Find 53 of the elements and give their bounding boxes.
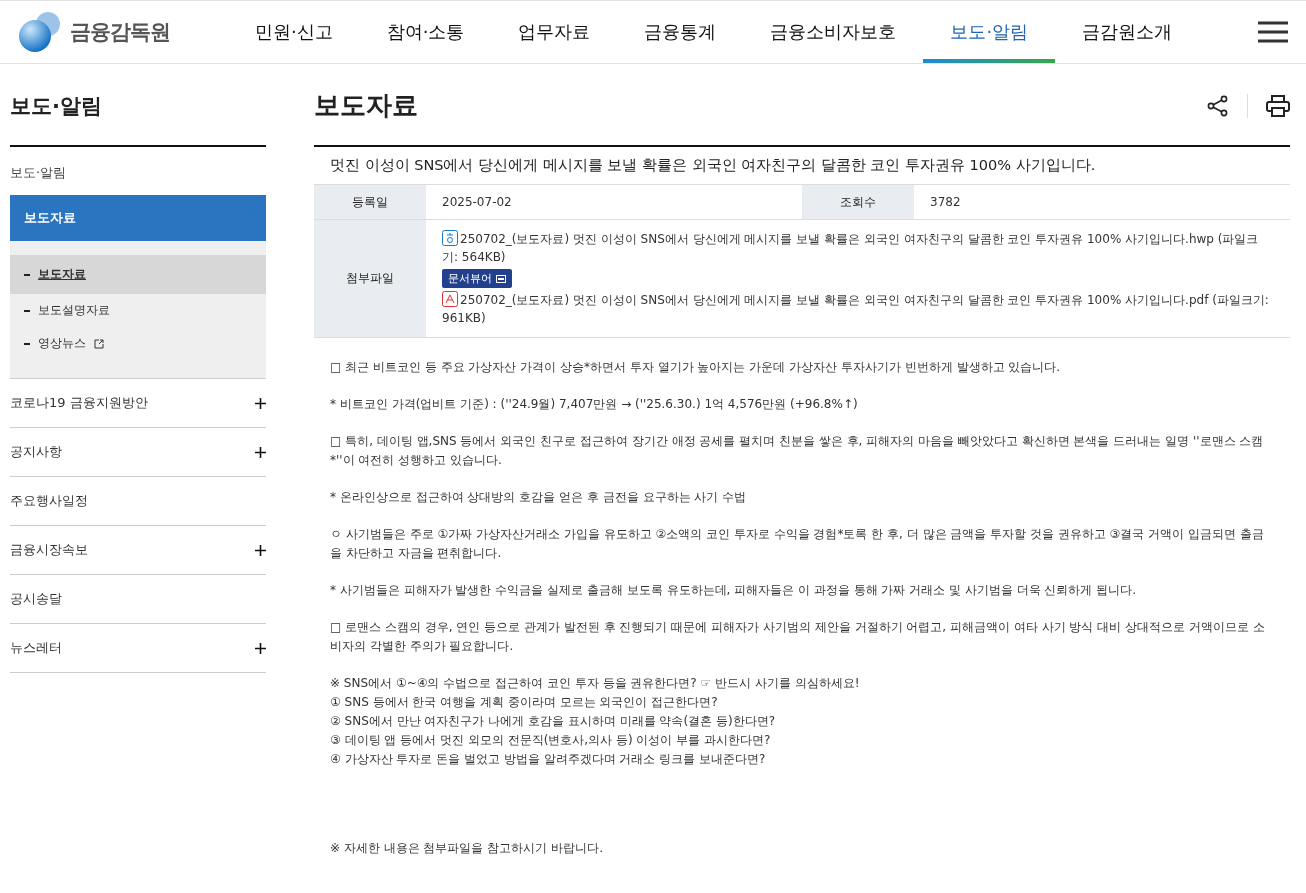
body-text: ④ 가상자산 투자로 돈을 벌었고 방법을 알려주겠다며 거래소 링크를 보내준다면? (330, 751, 767, 768)
body-text: ㅇ 사기범들은 주로 ①가짜 가상자산거래소 가입을 유도하고 ②소액의 코인 투자로 수익을 경험*토록 한 후, 더 많은 금액을 투자할 것을 권유하고 ③결국 거액이 입금되면 출금을 차단하고 자금을 편취합니다. (330, 526, 1265, 562)
sidebar-item[interactable]: 뉴스레터 (10, 624, 266, 673)
page-title: 보도자료 (314, 89, 418, 122)
body-text: ※ SNS에서 ①~④의 수법으로 접근하여 코인 투자 등을 권유한다면? ☞ 반드시 사기를 의심하세요! (330, 675, 861, 692)
meta-label: 조회수 (802, 185, 914, 219)
sidebar-item[interactable]: 공시송달 (10, 575, 266, 624)
submenu-item[interactable]: 보도자료 (10, 255, 266, 294)
nav-tab[interactable]: 보도·알림 (923, 1, 1056, 63)
print-icon[interactable] (1266, 94, 1290, 117)
nav-tab[interactable]: 금감원소개 (1055, 1, 1200, 63)
document-viewer-button[interactable]: 문서뷰어 (442, 269, 512, 288)
sidebar-active-item[interactable]: 보도자료 (10, 195, 266, 241)
attachment-label: 첨부파일 (314, 220, 426, 337)
meta-value: 3782 (929, 194, 962, 211)
sidebar-title: 보도·알림 (10, 64, 266, 147)
meta-label: 등록일 (314, 185, 426, 219)
window-icon (496, 274, 506, 283)
sidebar-item[interactable]: 공지사항 (10, 428, 266, 477)
body-text: ① SNS 등에서 한국 여행을 계획 중이라며 모르는 외국인이 접근한다면? (330, 694, 719, 711)
body-text: □ 특히, 데이팅 앱,SNS 등에서 외국인 친구로 접근하여 장기간 애정 공세를 펼치며 친분을 쌓은 후, 피해자의 마음을 빼앗았다고 확신하면 본색을 드러내는 일명 ''로맨스 스캠*''이 여전히 성행하고 있습니다. (330, 433, 1265, 469)
body-text: ② SNS에서 만난 여자친구가 나에게 호감을 표시하며 미래를 약속(결혼 등)한다면? (330, 713, 777, 730)
nav-tab[interactable]: 업무자료 (491, 1, 618, 63)
sidebar-section[interactable]: 보도·알림 (10, 147, 266, 195)
sidebar-item[interactable]: 금융시장속보 (10, 526, 266, 575)
body-text: ※ 자세한 내용은 첨부파일을 참고하시기 바랍니다. (330, 840, 604, 857)
plus-icon (255, 642, 266, 654)
pdf-file-icon (442, 291, 458, 307)
body-text: * 비트코인 가격(업비트 기준) : (''24.9월) 7,407만원 → (''25.6.30.) 1억 4,576만원 (+96.8%↑) (330, 396, 859, 413)
nav-tab[interactable]: 민원·신고 (228, 1, 360, 63)
attachment-link[interactable]: 250702_(보도자료) 멋진 이성이 SNS에서 당신에게 메시지를 보낼 확률은 외국인 여자친구의 달콤한 코인 투자권유 100% 사기입니다.hwp (파일크기: 564KB) (442, 230, 1274, 266)
plus-icon (255, 446, 266, 458)
body-text: ③ 데이팅 앱 등에서 멋진 외모의 전문직(변호사,의사 등) 이성이 부를 과시한다면? (330, 732, 772, 749)
attachment-link[interactable]: 250702_(보도자료) 멋진 이성이 SNS에서 당신에게 메시지를 보낼 확률은 외국인 여자친구의 달콤한 코인 투자권유 100% 사기입니다.pdf (파일크기: 961KB) (442, 291, 1274, 327)
submenu-item[interactable]: 영상뉴스 (10, 327, 266, 360)
external-link-icon (94, 338, 104, 349)
nav-tab[interactable]: 금융통계 (617, 1, 744, 63)
sidebar-item[interactable]: 주요행사일정 (10, 477, 266, 526)
nav-tab[interactable]: 참여·소통 (359, 1, 492, 63)
body-text: □ 최근 비트코인 등 주요 가상자산 가격이 상승*하면서 투자 열기가 높아지는 가운데 가상자산 투자사기가 빈번하게 발생하고 있습니다. (330, 359, 1062, 376)
nav-tab[interactable]: 금융소비자보호 (743, 1, 924, 63)
body-text: * 사기범들은 피해자가 발생한 수익금을 실제로 출금해 보도록 유도하는데, 피해자들은 이 과정을 통해 가짜 거래소 및 사기범을 더욱 신뢰하게 됩니다. (330, 582, 1138, 599)
menu-icon[interactable] (1258, 21, 1288, 43)
share-icon[interactable] (1207, 94, 1229, 117)
submenu-item[interactable]: 보도설명자료 (10, 294, 266, 327)
logo-text[interactable]: 금융감독원 (70, 18, 170, 46)
hwp-file-icon (442, 230, 458, 246)
plus-icon (255, 397, 266, 409)
sidebar-item[interactable]: 코로나19 금융지원방안 (10, 379, 266, 428)
body-text: □ 로맨스 스캠의 경우, 연인 등으로 관계가 발전된 후 진행되기 때문에 피해자가 사기범의 제안을 거절하기 어렵고, 피해금액이 여타 사기 방식 대비 상대적으로 거액이므로 소비자의 각별한 주의가 필요합니다. (330, 619, 1266, 655)
meta-value: 2025-07-02 (441, 194, 513, 211)
body-text: * 온라인상으로 접근하여 상대방의 호감을 얻은 후 금전을 요구하는 사기 수법 (330, 489, 748, 506)
plus-icon (255, 544, 266, 556)
